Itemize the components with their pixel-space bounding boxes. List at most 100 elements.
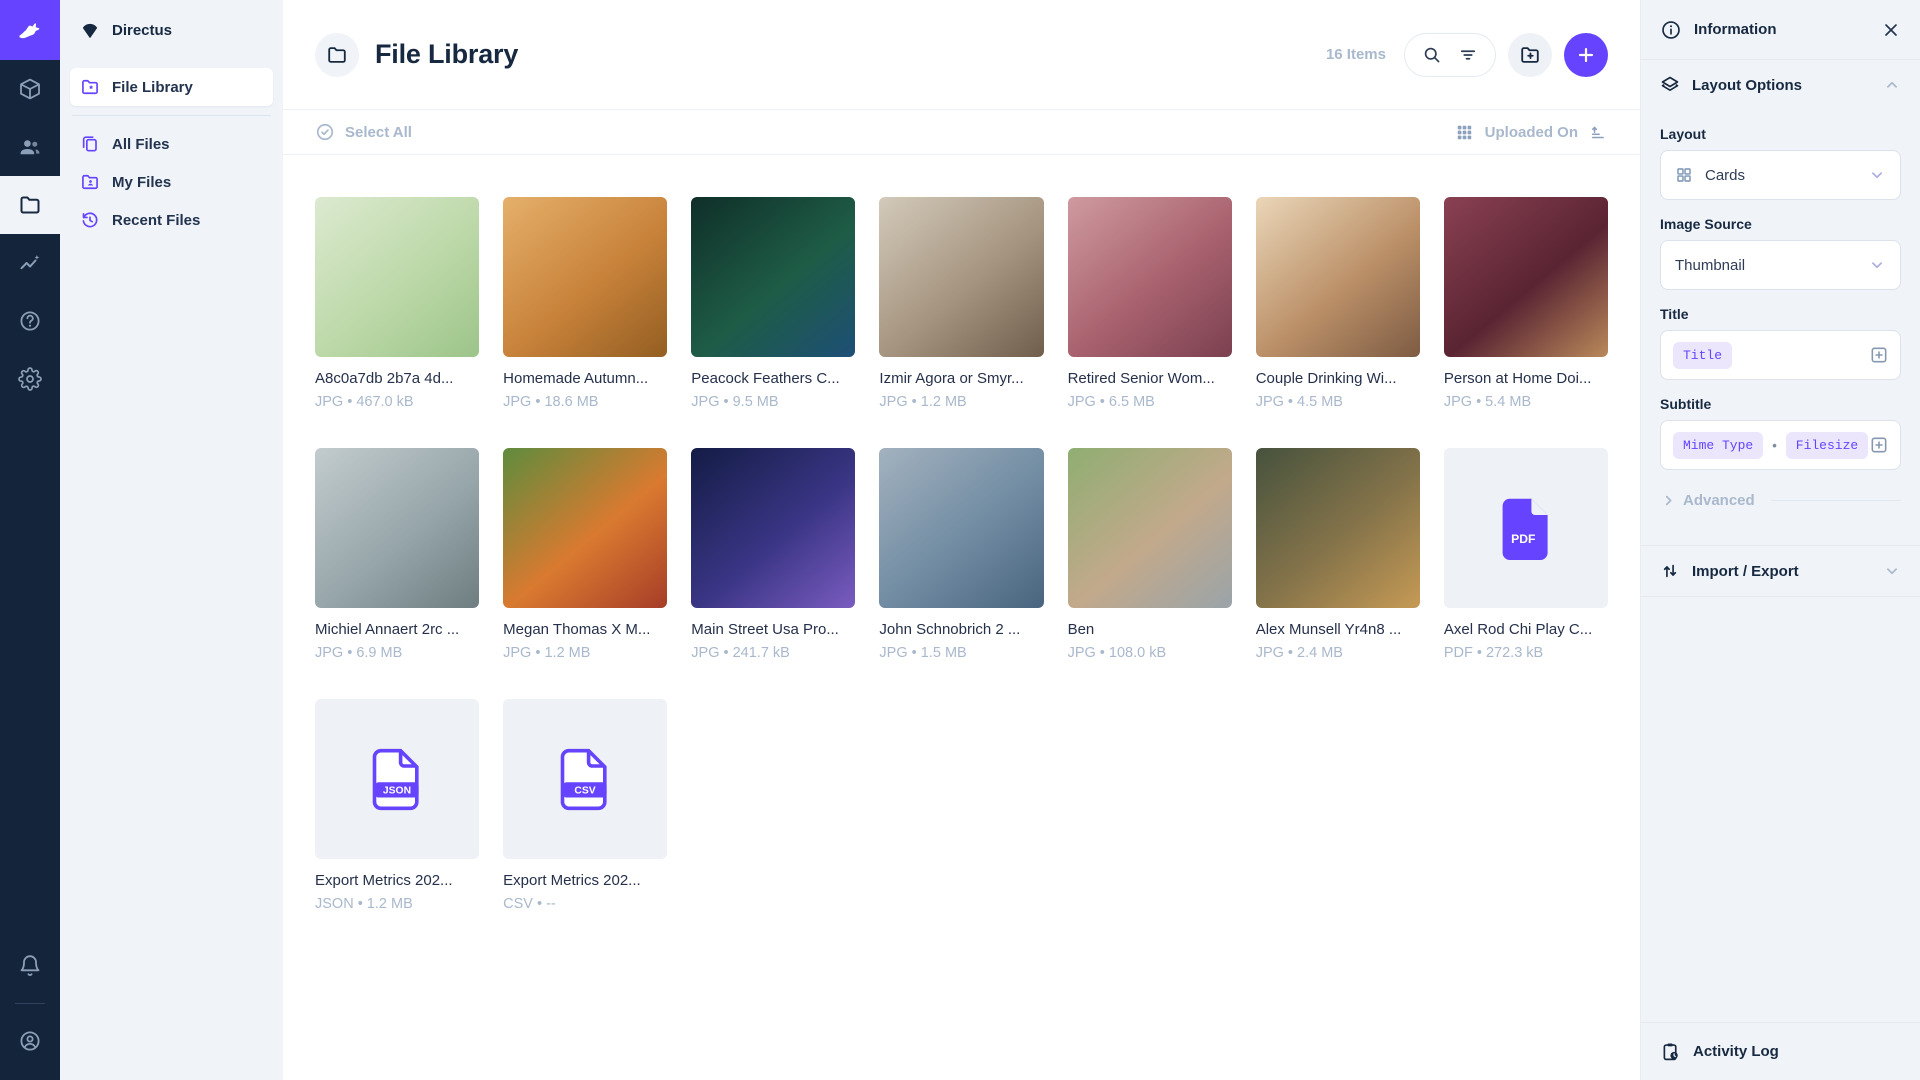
layers-icon xyxy=(1660,75,1680,95)
file-title: Couple Drinking Wi... xyxy=(1256,370,1420,387)
sidebar-item-file-library[interactable]: File Library xyxy=(70,68,273,106)
mime-type-tag[interactable]: Mime Type xyxy=(1673,432,1763,459)
module-insights-icon[interactable] xyxy=(0,234,60,292)
file-grid-scroll-area[interactable]: A8c0a7db 2b7a 4d... JPG • 467.0 kB Homemad… xyxy=(283,155,1640,1080)
list-toolbar-right: Uploaded On xyxy=(1455,123,1608,142)
file-card[interactable]: Main Street Usa Pro...JPG • 241.7 kB xyxy=(691,448,855,661)
module-help-icon[interactable] xyxy=(0,292,60,350)
close-icon[interactable] xyxy=(1881,20,1901,40)
file-title: Main Street Usa Pro... xyxy=(691,621,855,638)
subtitle-template-field[interactable]: Mime Type • Filesize xyxy=(1660,420,1901,470)
notifications-bell-icon[interactable] xyxy=(0,937,60,995)
file-title: Person at Home Doi... xyxy=(1444,370,1608,387)
import-export-section[interactable]: Import / Export xyxy=(1641,545,1920,597)
filesize-tag[interactable]: Filesize xyxy=(1786,432,1868,459)
page-title: File Library xyxy=(375,39,518,70)
file-type-thumbnail: JSON xyxy=(315,699,479,859)
user-avatar-icon[interactable] xyxy=(0,1012,60,1070)
file-card[interactable]: Izmir Agora or Smyr...JPG • 1.2 MB xyxy=(879,197,1043,410)
advanced-toggle[interactable]: Advanced xyxy=(1660,492,1901,509)
file-card[interactable]: John Schnobrich 2 ...JPG • 1.5 MB xyxy=(879,448,1043,661)
file-title: Izmir Agora or Smyr... xyxy=(879,370,1043,387)
history-icon xyxy=(80,210,100,230)
image-thumbnail xyxy=(315,197,479,357)
file-card[interactable]: Homemade Autumn...JPG • 18.6 MB xyxy=(503,197,667,410)
file-card[interactable]: Michiel Annaert 2rc ...JPG • 6.9 MB xyxy=(315,448,479,661)
file-meta: JPG • 6.5 MB xyxy=(1068,394,1232,410)
file-card[interactable]: Peacock Feathers C...JPG • 9.5 MB xyxy=(691,197,855,410)
file-card[interactable]: CSVExport Metrics 202...CSV • -- xyxy=(503,699,667,912)
image-thumbnail xyxy=(879,197,1043,357)
file-card[interactable]: A8c0a7db 2b7a 4d... JPG • 467.0 kB xyxy=(315,197,479,410)
upload-file-button[interactable] xyxy=(1564,33,1608,77)
file-title: Alex Munsell Yr4n8 ... xyxy=(1256,621,1420,638)
sidebar-item-label: All Files xyxy=(112,136,170,153)
file-meta: JPG • 6.9 MB xyxy=(315,645,479,661)
search-filter-pill[interactable] xyxy=(1404,33,1496,77)
page-title-folder-chip xyxy=(315,33,359,77)
grid-view-icon[interactable] xyxy=(1455,123,1474,142)
file-doc-icon: PDF xyxy=(1499,497,1553,560)
directus-rabbit-logo[interactable] xyxy=(0,0,60,60)
filter-icon[interactable] xyxy=(1458,45,1478,65)
sidebar-item-all-files[interactable]: All Files xyxy=(70,125,273,163)
add-field-square-icon[interactable] xyxy=(1869,435,1889,455)
search-icon[interactable] xyxy=(1422,45,1442,65)
sidebar-item-recent-files[interactable]: Recent Files xyxy=(70,201,273,239)
image-thumbnail xyxy=(503,197,667,357)
image-source-value: Thumbnail xyxy=(1675,257,1745,274)
image-source-select[interactable]: Thumbnail xyxy=(1660,240,1901,290)
file-title: Retired Senior Wom... xyxy=(1068,370,1232,387)
import-export-label: Import / Export xyxy=(1692,563,1799,580)
file-meta: JPG • 2.4 MB xyxy=(1256,645,1420,661)
module-files-icon[interactable] xyxy=(0,176,60,234)
layout-options-label: Layout Options xyxy=(1692,77,1802,94)
plus-icon xyxy=(1575,44,1597,66)
image-thumbnail xyxy=(1256,197,1420,357)
sort-direction-icon[interactable] xyxy=(1589,123,1608,142)
file-title: A8c0a7db 2b7a 4d... xyxy=(315,370,479,387)
title-field-tag[interactable]: Title xyxy=(1673,342,1732,369)
layout-field-label: Layout xyxy=(1660,126,1901,142)
file-card[interactable]: Retired Senior Wom... JPG • 6.5 MB xyxy=(1068,197,1232,410)
add-field-square-icon[interactable] xyxy=(1869,345,1889,365)
image-thumbnail xyxy=(503,448,667,608)
image-source-field-label: Image Source xyxy=(1660,216,1901,232)
file-meta: CSV • -- xyxy=(503,896,667,912)
file-card[interactable]: Person at Home Doi...JPG • 5.4 MB xyxy=(1444,197,1608,410)
activity-log-button[interactable]: Activity Log xyxy=(1641,1022,1920,1080)
file-meta: JPG • 1.2 MB xyxy=(503,645,667,661)
info-icon xyxy=(1660,19,1682,41)
import-export-arrows-icon xyxy=(1660,561,1680,581)
file-meta: JPG • 467.0 kB xyxy=(315,394,479,410)
svg-text:CSV: CSV xyxy=(575,785,596,796)
file-card[interactable]: Couple Drinking Wi... JPG • 4.5 MB xyxy=(1256,197,1420,410)
project-switcher[interactable]: Directus xyxy=(60,0,283,60)
rail-spacer xyxy=(0,408,60,937)
module-content-icon[interactable] xyxy=(0,60,60,118)
file-title: Axel Rod Chi Play C... xyxy=(1444,621,1608,638)
file-card[interactable]: JSONExport Metrics 202...JSON • 1.2 MB xyxy=(315,699,479,912)
file-card[interactable]: PDFAxel Rod Chi Play C...PDF • 272.3 kB xyxy=(1444,448,1608,661)
image-thumbnail xyxy=(1068,448,1232,608)
nav-list: File Library All Files My Files Recent F… xyxy=(60,60,283,247)
file-card[interactable]: Megan Thomas X M... JPG • 1.2 MB xyxy=(503,448,667,661)
file-title: Megan Thomas X M... xyxy=(503,621,667,638)
sidebar-item-my-files[interactable]: My Files xyxy=(70,163,273,201)
module-settings-icon[interactable] xyxy=(0,350,60,408)
subtitle-field-label: Subtitle xyxy=(1660,396,1901,412)
select-all-button[interactable]: Select All xyxy=(315,122,412,142)
file-card[interactable]: BenJPG • 108.0 kB xyxy=(1068,448,1232,661)
sidebar-item-label: File Library xyxy=(112,79,193,96)
sort-field-label[interactable]: Uploaded On xyxy=(1485,124,1578,141)
title-template-field[interactable]: Title xyxy=(1660,330,1901,380)
module-users-icon[interactable] xyxy=(0,118,60,176)
layout-select[interactable]: Cards xyxy=(1660,150,1901,200)
folder-star-icon xyxy=(80,77,100,97)
file-meta: JPG • 4.5 MB xyxy=(1256,394,1420,410)
image-thumbnail xyxy=(1256,448,1420,608)
file-card[interactable]: Alex Munsell Yr4n8 ... JPG • 2.4 MB xyxy=(1256,448,1420,661)
items-count: 16 Items xyxy=(1326,46,1386,63)
layout-options-section[interactable]: Layout Options xyxy=(1641,60,1920,110)
create-folder-button[interactable] xyxy=(1508,33,1552,77)
